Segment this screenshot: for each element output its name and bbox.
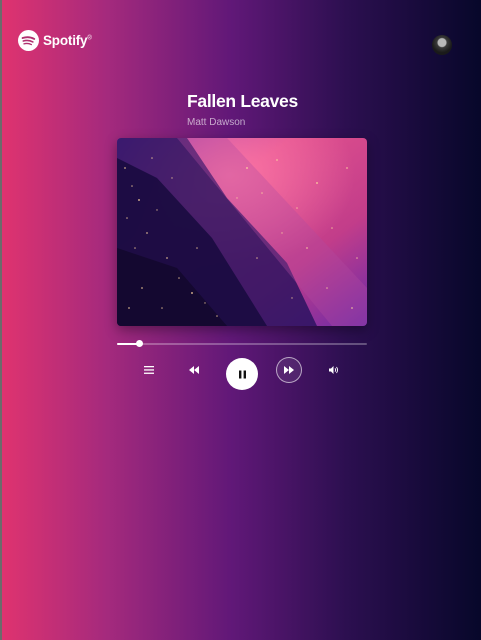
user-avatar[interactable] <box>432 35 452 55</box>
album-art-image <box>117 138 367 326</box>
track-title: Fallen Leaves <box>187 91 298 111</box>
spotify-logo[interactable]: Spotify® <box>18 30 92 51</box>
album-art <box>117 138 367 326</box>
volume-button[interactable] <box>327 363 341 377</box>
rewind-icon <box>189 366 199 374</box>
play-pause-button[interactable] <box>226 358 258 390</box>
progress-track <box>117 343 367 345</box>
previous-button[interactable] <box>187 363 201 377</box>
progress-bar[interactable] <box>117 340 367 351</box>
progress-handle[interactable] <box>136 340 143 347</box>
window-edge <box>0 0 2 640</box>
next-button[interactable] <box>276 357 302 383</box>
volume-icon <box>329 366 338 374</box>
registered-mark: ® <box>87 35 92 42</box>
track-artist[interactable]: Matt Dawson <box>187 117 245 128</box>
queue-list-icon <box>144 366 154 374</box>
spotify-icon <box>18 30 39 51</box>
fast-forward-icon <box>284 366 294 374</box>
queue-button[interactable] <box>142 363 156 377</box>
pause-icon <box>238 370 246 378</box>
brand-name: Spotify® <box>43 33 92 48</box>
